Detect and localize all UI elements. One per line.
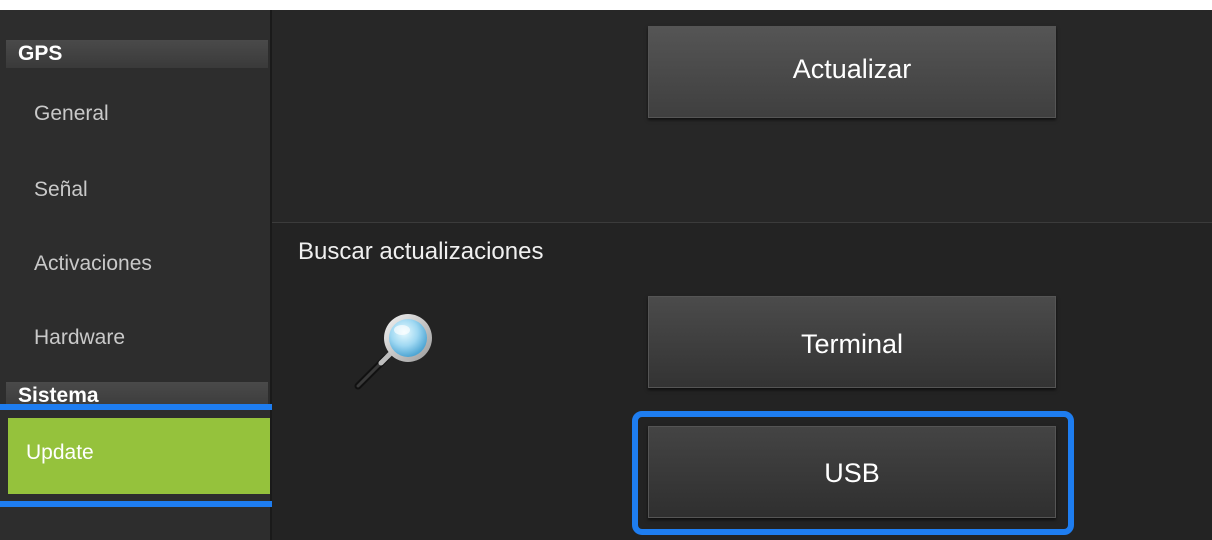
device-screen: GPS General Señal Activaciones Hardware … xyxy=(0,10,1212,540)
sidebar-item-general[interactable]: General xyxy=(6,84,268,144)
sidebar-item-activaciones[interactable]: Activaciones xyxy=(6,234,268,294)
sidebar-item-update[interactable]: Update xyxy=(8,418,274,494)
sidebar-item-senal[interactable]: Señal xyxy=(6,160,268,220)
usb-button[interactable]: USB xyxy=(648,426,1056,518)
sidebar-item-hardware[interactable]: Hardware xyxy=(6,308,268,368)
search-updates-label: Buscar actualizaciones xyxy=(298,238,544,265)
main-panel: Actualizar Buscar actualizaciones Termin… xyxy=(272,10,1212,540)
section-header-gps: GPS xyxy=(6,40,268,68)
section-header-sistema: Sistema xyxy=(6,382,268,410)
magnifier-icon xyxy=(348,308,444,398)
section-divider xyxy=(272,222,1212,223)
actualizar-button[interactable]: Actualizar xyxy=(648,26,1056,118)
terminal-button[interactable]: Terminal xyxy=(648,296,1056,388)
screenshot-frame: GPS General Señal Activaciones Hardware … xyxy=(0,0,1212,540)
sidebar: GPS General Señal Activaciones Hardware … xyxy=(0,10,274,540)
